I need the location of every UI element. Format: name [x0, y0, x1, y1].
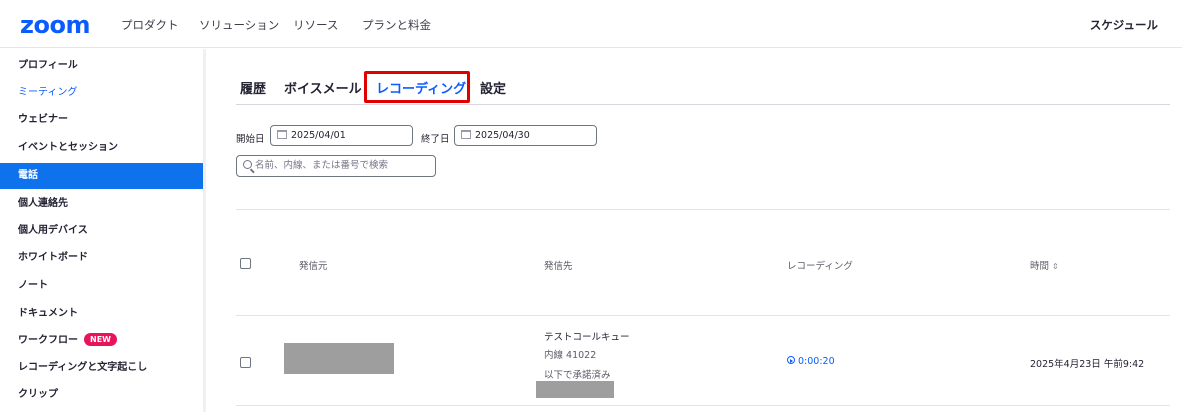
- column-header-time-label: 時間: [1030, 261, 1050, 272]
- nav-plans-pricing[interactable]: プランと料金: [362, 17, 431, 33]
- new-badge: NEW: [84, 333, 117, 346]
- column-header-to[interactable]: 発信先: [544, 258, 573, 272]
- start-date-label: 開始日: [236, 134, 265, 145]
- sidebar-item-label: ノート: [18, 280, 48, 291]
- recording-play-link[interactable]: 0:00:20: [787, 356, 835, 367]
- schedule-link[interactable]: スケジュール: [1090, 17, 1158, 33]
- tab-voicemail[interactable]: ボイスメール: [284, 78, 362, 97]
- nav-resources[interactable]: リソース: [293, 17, 338, 33]
- column-header-from[interactable]: 発信元: [299, 258, 328, 272]
- calendar-icon: [277, 130, 287, 139]
- sidebar-item-label: ミーティング: [18, 87, 78, 98]
- sidebar-item-label: ウェビナー: [18, 114, 68, 125]
- sidebar-item-label: 個人用デバイス: [18, 225, 88, 236]
- tab-settings[interactable]: 設定: [480, 78, 506, 97]
- callee-status: 以下で承諾済み: [544, 370, 611, 381]
- table-top-divider: [236, 209, 1170, 210]
- sidebar-item-documents[interactable]: ドキュメント: [0, 301, 203, 327]
- sidebar-item-profile[interactable]: プロフィール: [0, 53, 203, 79]
- sidebar-item-whiteboards[interactable]: ホワイトボード: [0, 245, 203, 271]
- zoom-logo[interactable]: zoom: [20, 11, 90, 39]
- sidebar-item-webinars[interactable]: ウェビナー: [0, 107, 203, 133]
- sidebar-item-recordings[interactable]: レコーディングと文字起こし: [0, 355, 203, 381]
- header-divider: [236, 315, 1170, 316]
- sort-icon[interactable]: ⇕: [1052, 262, 1059, 271]
- select-all-checkbox[interactable]: [240, 258, 251, 269]
- sidebar-item-label: ドキュメント: [18, 308, 78, 319]
- start-date-field[interactable]: 2025/04/01: [270, 125, 413, 146]
- row-checkbox[interactable]: [240, 357, 251, 368]
- recording-tab-highlight: [364, 71, 470, 103]
- sidebar-item-label: ホワイトボード: [18, 252, 88, 263]
- sidebar-item-label: 個人連絡先: [18, 198, 68, 209]
- sidebar: プロフィール ミーティング ウェビナー イベントとセッション 電話 個人連絡先 …: [0, 49, 203, 412]
- row-divider: [236, 405, 1170, 406]
- sidebar-item-label: レコーディングと文字起こし: [18, 362, 148, 373]
- sidebar-item-label: イベントとセッション: [18, 142, 118, 153]
- top-navigation: zoom プロダクト ソリューション リソース プランと料金 スケジュール: [0, 0, 1182, 48]
- end-date-field[interactable]: 2025/04/30: [454, 125, 597, 146]
- column-header-recording[interactable]: レコーディング: [787, 258, 853, 272]
- sidebar-item-label: ワークフロー: [18, 335, 78, 346]
- start-date-value: 2025/04/01: [291, 130, 346, 141]
- recording-duration: 0:00:20: [798, 356, 835, 367]
- recording-time: 2025年4月23日 午前9:42: [1030, 359, 1145, 370]
- sidebar-item-devices[interactable]: 個人用デバイス: [0, 218, 203, 244]
- sidebar-item-notes[interactable]: ノート: [0, 273, 203, 299]
- nav-solutions[interactable]: ソリューション: [199, 17, 279, 33]
- sidebar-item-label: プロフィール: [18, 60, 78, 71]
- callee-extension: 内線 41022: [544, 350, 597, 361]
- sidebar-item-clips[interactable]: クリップ: [0, 382, 203, 408]
- play-icon: [787, 356, 795, 364]
- calendar-icon: [461, 130, 471, 139]
- sidebar-item-events[interactable]: イベントとセッション: [0, 135, 203, 161]
- column-header-time[interactable]: 時間 ⇕: [1030, 258, 1059, 272]
- sidebar-item-contacts[interactable]: 個人連絡先: [0, 191, 203, 217]
- search-icon: [243, 160, 252, 169]
- callee-name: テストコールキュー: [544, 332, 630, 343]
- sidebar-item-label: クリップ: [18, 389, 58, 400]
- sidebar-item-workflows[interactable]: ワークフロー NEW: [0, 328, 203, 354]
- nav-products[interactable]: プロダクト: [121, 17, 179, 33]
- search-placeholder: 名前、内線、または番号で検索: [255, 160, 389, 171]
- sidebar-divider: [203, 49, 206, 412]
- sidebar-item-label: 電話: [18, 170, 38, 181]
- end-date-value: 2025/04/30: [475, 130, 530, 141]
- redacted-caller: [284, 343, 394, 374]
- sidebar-item-meetings[interactable]: ミーティング: [0, 80, 203, 106]
- search-input[interactable]: 名前、内線、または番号で検索: [236, 155, 436, 177]
- sidebar-item-phone[interactable]: 電話: [0, 163, 203, 189]
- end-date-label: 終了日: [421, 134, 450, 145]
- redacted-answerer: [536, 381, 614, 398]
- tab-history[interactable]: 履歴: [240, 78, 266, 97]
